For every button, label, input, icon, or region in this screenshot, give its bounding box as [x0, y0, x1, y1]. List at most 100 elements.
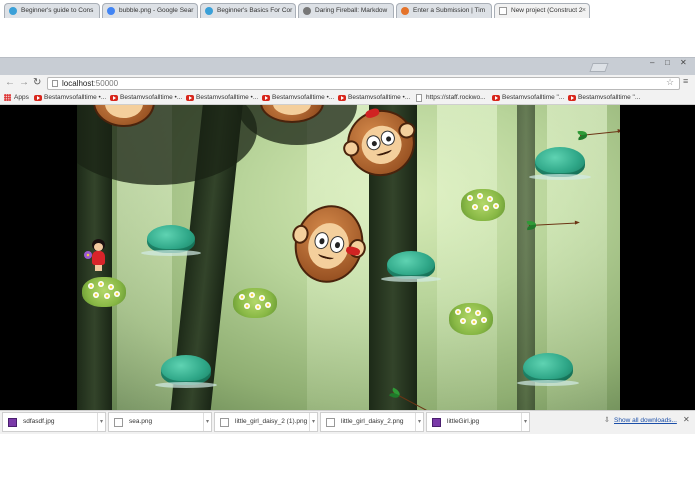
bush-platform — [141, 225, 201, 256]
url-port: :50000 — [93, 79, 119, 88]
bookmark-label: Bestamvsofalltime "... — [502, 94, 565, 101]
document-file-icon — [326, 418, 335, 427]
browser-window: Beginner's guide to Cons bubble.png - Go… — [0, 0, 695, 494]
bookmark-label: Bestamvsofalltime •... — [120, 94, 183, 101]
tab-label: Daring Fireball: Markdow — [315, 7, 388, 14]
tab-beginners-basics[interactable]: Beginner's Basics For Cor — [200, 3, 296, 18]
image-file-icon — [432, 418, 441, 427]
tab-label: Beginner's guide to Cons — [21, 7, 94, 14]
close-window-button[interactable]: ✕ — [680, 58, 687, 67]
flower-icon — [84, 251, 92, 259]
bookmark-label: Bestamvsofalltime "... — [578, 94, 641, 101]
tab-daring-fireball[interactable]: Daring Fireball: Markdow — [298, 3, 394, 18]
forward-button[interactable]: → — [19, 76, 29, 90]
download-filename: sea.png — [129, 418, 153, 425]
girl-legs — [95, 265, 102, 271]
close-shelf-button[interactable]: ✕ — [683, 415, 690, 424]
chrome-menu-icon[interactable]: ≡ — [683, 76, 688, 86]
download-filename: little_girl_daisy_2 (1).png — [235, 418, 308, 425]
monkey-face — [272, 105, 312, 116]
close-tab-icon[interactable]: × — [582, 4, 586, 18]
tab-label: Enter a Submission | Tim — [413, 7, 486, 14]
bush-platform — [529, 147, 591, 180]
youtube-icon — [186, 95, 194, 101]
download-item[interactable]: little_girl_daisy_2 (1).png ▾ — [214, 412, 318, 432]
address-bar[interactable]: localhost:50000 — [47, 77, 680, 90]
show-all-downloads-link[interactable]: Show all downloads... — [614, 417, 677, 424]
download-menu-chevron-icon[interactable]: ▾ — [96, 413, 103, 431]
bookmark-item[interactable]: Bestamvsofalltime •... — [186, 93, 258, 103]
monkey-face — [303, 218, 354, 274]
girl-face — [94, 243, 103, 251]
tab-enter-submission[interactable]: Enter a Submission | Tim — [396, 3, 492, 18]
youtube-icon — [568, 95, 576, 101]
girl-dress — [92, 251, 105, 265]
daisy-bush-platform — [461, 189, 505, 221]
daisy-bush-platform — [233, 288, 277, 318]
youtube-icon — [492, 95, 500, 101]
bookmark-item[interactable]: Bestamvsofalltime "... — [568, 93, 640, 103]
reload-button[interactable]: ↻ — [33, 76, 41, 90]
bookmark-item[interactable]: Bestamvsofalltime •... — [338, 93, 410, 103]
page-favicon-icon — [499, 7, 507, 15]
google-icon — [107, 7, 115, 15]
apps-icon — [4, 94, 11, 101]
page-icon — [416, 94, 422, 102]
download-filename: little_girl_daisy_2.png — [341, 418, 404, 425]
download-item[interactable]: sea.png ▾ — [108, 412, 212, 432]
minimize-button[interactable]: – — [650, 58, 654, 67]
monkey-face — [105, 105, 143, 118]
tab-favicon-icon — [401, 7, 409, 15]
url-host: localhost — [62, 79, 94, 88]
bookmark-star-icon[interactable]: ☆ — [666, 77, 674, 88]
star-favicon-icon — [303, 7, 311, 15]
player-girl — [84, 239, 112, 273]
game-canvas[interactable] — [77, 105, 620, 410]
download-arrow-icon: ⇩ — [604, 417, 610, 424]
bush-platform — [517, 353, 579, 386]
youtube-icon — [110, 95, 118, 101]
bookmark-label: Bestamvsofalltime •... — [196, 94, 259, 101]
download-menu-chevron-icon[interactable]: ▾ — [414, 413, 421, 431]
document-file-icon — [220, 418, 229, 427]
download-menu-chevron-icon[interactable]: ▾ — [202, 413, 209, 431]
download-filename: littleGirl.jpg — [447, 418, 480, 425]
bookmark-item[interactable]: Bestamvsofalltime •... — [110, 93, 182, 103]
bookmark-label: Apps — [14, 94, 29, 101]
bush-platform — [155, 355, 217, 388]
youtube-icon — [34, 95, 42, 101]
download-item[interactable]: sdfasdf.jpg ▾ — [2, 412, 106, 432]
daisy-bush-platform — [82, 277, 126, 307]
light-shaft — [437, 105, 497, 410]
new-tab-button[interactable] — [589, 63, 609, 72]
download-filename: sdfasdf.jpg — [23, 418, 55, 425]
bookmarks-bar: Apps Bestamvsofalltime •... Bestamvsofal… — [0, 91, 695, 105]
page-icon — [52, 80, 58, 87]
download-item[interactable]: littleGirl.jpg ▾ — [426, 412, 530, 432]
bookmark-item[interactable]: https://staff.rockwo... — [416, 93, 486, 103]
game-viewport — [0, 105, 695, 410]
bookmark-label: Bestamvsofalltime •... — [44, 94, 107, 101]
tab-bubble-search[interactable]: bubble.png - Google Sear — [102, 3, 198, 18]
tab-label: New project (Construct 2 — [511, 7, 583, 14]
bookmark-item[interactable]: Bestamvsofalltime •... — [34, 93, 106, 103]
bookmark-label: https://staff.rockwo... — [426, 94, 486, 101]
bush-platform — [381, 251, 441, 282]
back-button[interactable]: ← — [5, 76, 15, 90]
tab-favicon-icon — [9, 7, 17, 15]
bookmark-apps[interactable]: Apps — [4, 93, 29, 103]
tab-label: bubble.png - Google Sear — [119, 7, 194, 14]
bookmark-item[interactable]: Bestamvsofalltime "... — [492, 93, 564, 103]
tab-beginners-guide[interactable]: Beginner's guide to Cons — [4, 3, 100, 18]
image-file-icon — [8, 418, 17, 427]
youtube-icon — [338, 95, 346, 101]
bookmark-item[interactable]: Bestamvsofalltime •... — [262, 93, 334, 103]
download-item[interactable]: little_girl_daisy_2.png ▾ — [320, 412, 424, 432]
youtube-icon — [262, 95, 270, 101]
daisy-bush-platform — [449, 303, 493, 335]
bookmark-label: Bestamvsofalltime •... — [348, 94, 411, 101]
download-menu-chevron-icon[interactable]: ▾ — [520, 413, 527, 431]
tab-new-project[interactable]: New project (Construct 2 × — [494, 3, 590, 18]
maximize-button[interactable]: □ — [665, 58, 670, 67]
download-menu-chevron-icon[interactable]: ▾ — [308, 413, 315, 431]
